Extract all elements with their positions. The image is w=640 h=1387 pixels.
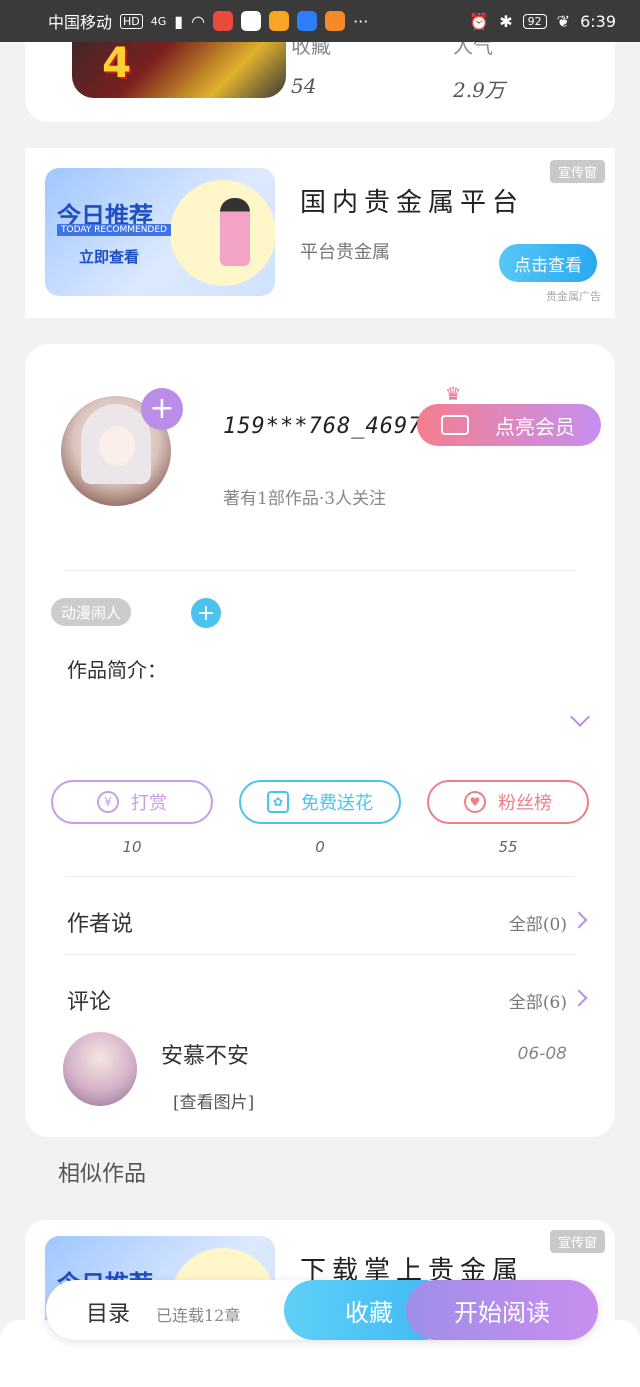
bottom-action-bar: 目录 已连载12章 收藏 开始阅读 — [46, 1280, 598, 1340]
divider — [65, 876, 575, 877]
work-tag[interactable]: 动漫闹人 — [51, 598, 132, 626]
commenter-name: 安慕不安 — [161, 1044, 250, 1069]
chevron-right-icon[interactable] — [570, 989, 588, 1007]
author-bio: 著有1部作品·3人关注 — [223, 489, 387, 509]
time-label: 6:39 — [580, 11, 616, 31]
tip-button[interactable]: ¥ 打赏 — [51, 780, 213, 824]
ad-image-subtitle: TODAY RECOMMENDED — [57, 224, 171, 236]
app-icon — [269, 11, 290, 31]
ad-title: 国内贵金属平台 — [300, 188, 525, 218]
ad-footer: 贵金属广告 — [546, 290, 601, 303]
bluetooth-icon: ✱ — [499, 11, 513, 31]
divider — [65, 954, 575, 955]
app-icon — [213, 11, 234, 31]
divider — [65, 570, 575, 571]
page: 中国移动 HD 4G ▮ ◠ ··· ⏰ ✱ 92 ❦ 6:39 4 收藏 54… — [0, 0, 640, 1387]
comments-all[interactable]: 全部(6) — [509, 988, 567, 1013]
read-label: 开始阅读 — [454, 1298, 550, 1327]
pop-stat-value: 2.9万 — [453, 78, 505, 102]
app-icon — [325, 11, 346, 31]
app-icon — [241, 11, 262, 31]
intro-label: 作品简介： — [67, 658, 167, 682]
tip-count: 10 — [122, 838, 142, 856]
network-label: 4G — [150, 14, 167, 28]
status-bar: 中国移动 HD 4G ▮ ◠ ··· ⏰ ✱ 92 ❦ 6:39 — [0, 0, 640, 42]
carrier-label: 中国移动 — [48, 13, 113, 32]
fans-label: 粉丝榜 — [498, 793, 552, 814]
start-reading-button[interactable]: 开始阅读 — [406, 1280, 598, 1340]
hd-badge: HD — [120, 13, 143, 29]
favorite-label: 收藏 — [345, 1298, 393, 1327]
serial-status: 已连载12章 — [156, 1306, 241, 1325]
tip-label: 打赏 — [131, 793, 167, 814]
view-image-link[interactable]: [查看图片] — [173, 1088, 254, 1113]
crown-icon: ♛ — [445, 384, 462, 405]
ad-figure — [220, 198, 250, 266]
ad-tag[interactable]: 宣传窗 — [549, 1230, 605, 1253]
flower-label: 免费送花 — [301, 793, 373, 814]
wifi-icon: ◠ — [191, 11, 206, 31]
fav-stat-value: 54 — [291, 74, 317, 98]
catalog-button[interactable]: 目录 — [86, 1296, 130, 1328]
avatar-face — [99, 426, 135, 466]
battery-icon: 92 — [522, 13, 547, 29]
ad-image[interactable]: 今日推荐 TODAY RECOMMENDED 立即查看 — [45, 168, 275, 296]
expand-chevron-icon[interactable] — [570, 707, 590, 727]
ad-tag[interactable]: 宣传窗 — [549, 160, 605, 183]
similar-works-title: 相似作品 — [58, 1162, 147, 1187]
fans-count: 55 — [498, 838, 518, 856]
cover-text: 4 — [102, 38, 136, 87]
author-card: + 159***768_46972... ♛ 点亮会员 著有1部作品·3人关注 … — [25, 344, 615, 1137]
author-say-all[interactable]: 全部(0) — [509, 910, 567, 935]
comment-date: 06-08 — [517, 1044, 567, 1064]
ad-view-button[interactable]: 点击查看 — [499, 244, 597, 282]
chevron-right-icon[interactable] — [570, 911, 588, 929]
leaf-icon: ❦ — [556, 11, 571, 31]
flower-icon: ✿ — [267, 791, 289, 813]
ad-image-cta: 立即查看 — [79, 248, 140, 266]
person-heart-icon: ♥ — [464, 791, 486, 813]
ad-banner[interactable]: 今日推荐 TODAY RECOMMENDED 立即查看 国内贵金属平台 平台贵金… — [25, 148, 615, 318]
alarm-icon: ⏰ — [469, 11, 490, 31]
add-tag-icon[interactable]: + — [191, 598, 221, 628]
app-icon — [297, 11, 318, 31]
send-flower-button[interactable]: ✿ 免费送花 — [239, 780, 401, 824]
vip-button[interactable]: 点亮会员 — [417, 404, 601, 446]
vip-label: 点亮会员 — [495, 414, 575, 439]
fans-rank-button[interactable]: ♥ 粉丝榜 — [427, 780, 589, 824]
signal-icon: ▮ — [174, 11, 184, 31]
diamond-icon — [441, 415, 469, 435]
flower-count: 0 — [315, 838, 325, 856]
comments-title: 评论 — [67, 990, 112, 1015]
commenter-avatar[interactable] — [63, 1032, 137, 1106]
yen-icon: ¥ — [97, 791, 119, 813]
ad-subtitle: 平台贵金属 — [300, 242, 390, 263]
author-say-title: 作者说 — [67, 912, 134, 937]
follow-add-icon[interactable]: + — [141, 388, 183, 430]
more-icon: ··· — [353, 11, 369, 31]
